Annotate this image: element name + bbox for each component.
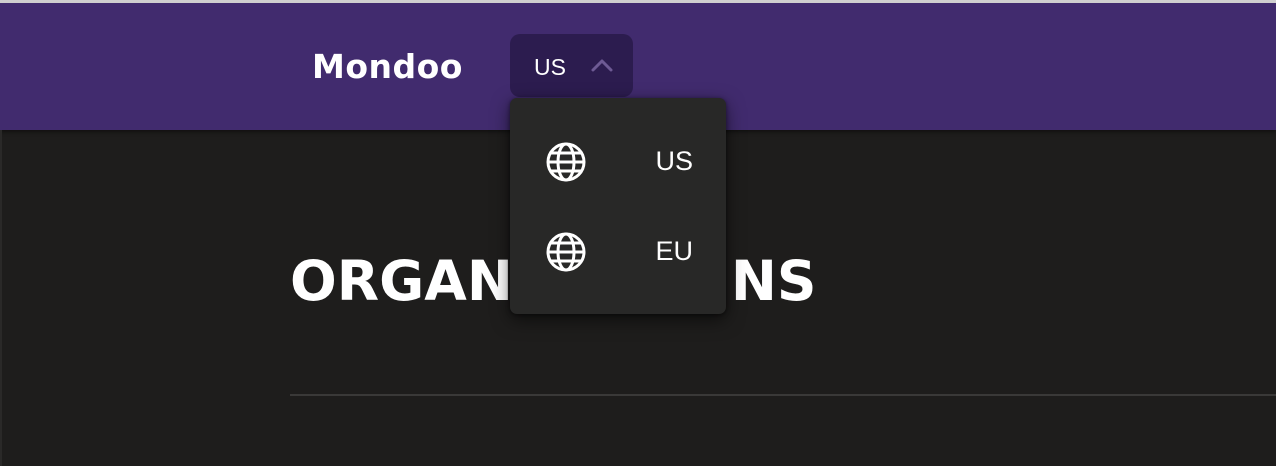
globe-icon — [546, 142, 586, 182]
page-title-right: NS — [730, 249, 817, 313]
section-divider — [290, 394, 1276, 396]
page: Mondoo US ORGAN NS US EU — [0, 0, 1276, 466]
page-title-left: ORGAN — [290, 249, 513, 313]
region-dropdown-menu: US EU — [510, 98, 726, 314]
region-option-label: EU — [655, 236, 693, 266]
chevron-up-icon — [591, 59, 613, 72]
region-option-label: US — [655, 146, 693, 176]
region-select[interactable]: US — [510, 34, 633, 97]
left-edge — [0, 130, 2, 466]
globe-icon — [546, 232, 586, 272]
region-option-eu[interactable]: EU — [510, 206, 726, 296]
region-option-us[interactable]: US — [510, 116, 726, 206]
region-select-value: US — [534, 54, 566, 80]
mondoo-logo[interactable]: Mondoo — [312, 47, 463, 87]
